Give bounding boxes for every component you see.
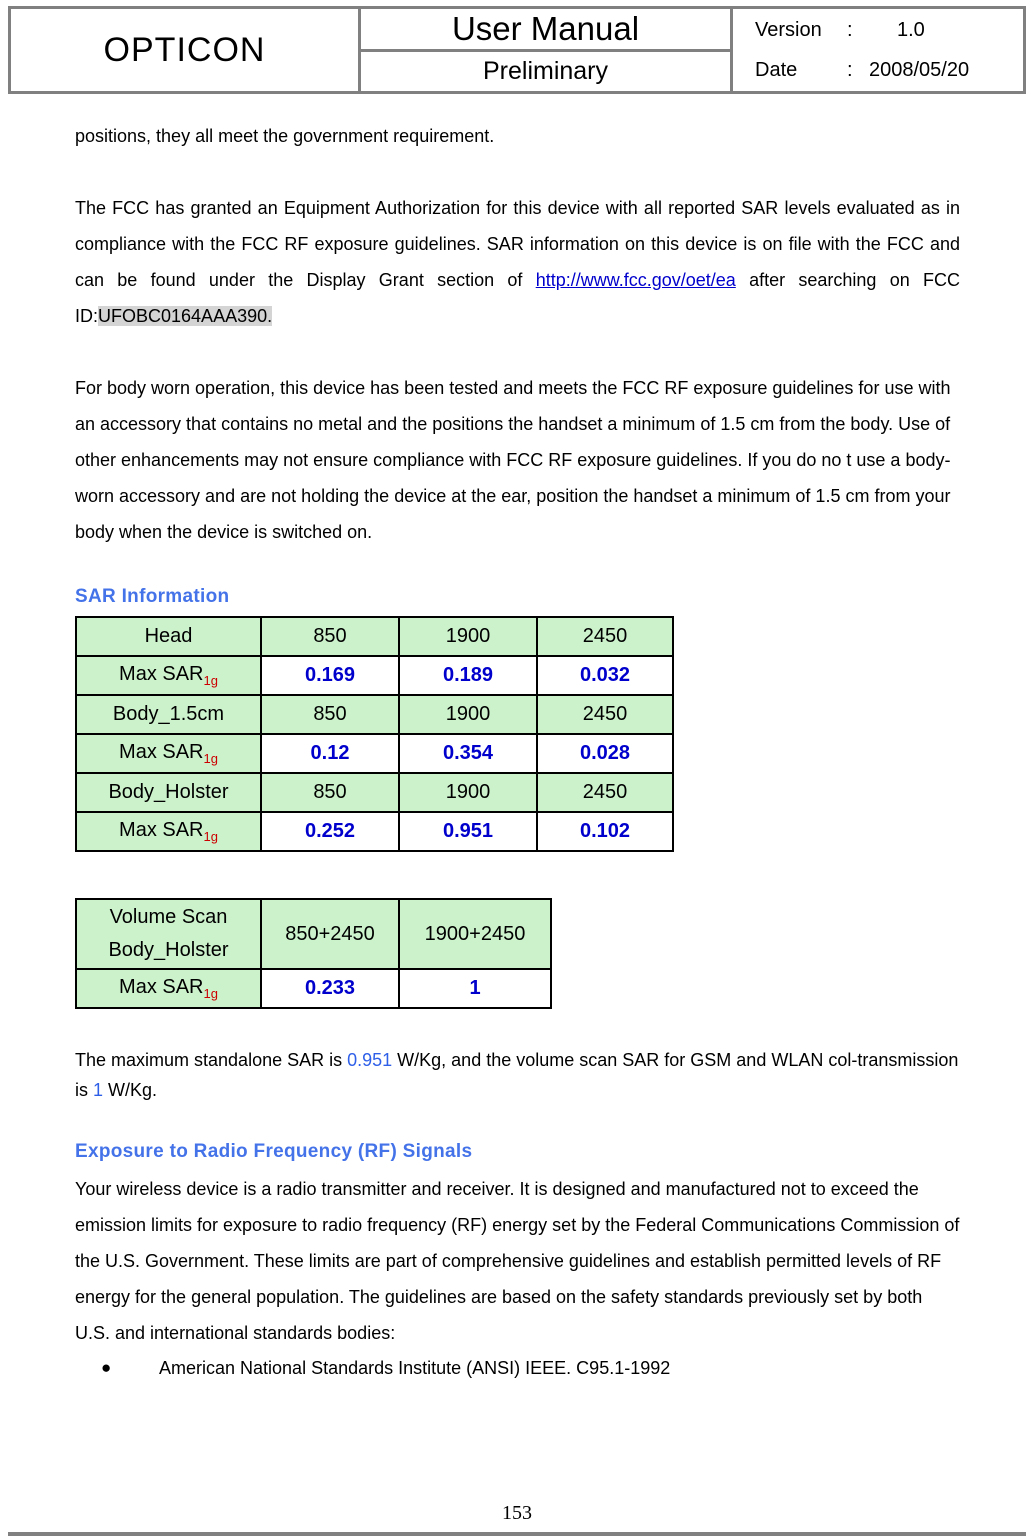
table-cell: 2450	[536, 694, 674, 735]
version-label: Version	[755, 18, 822, 41]
sar-main-table: Head 850 1900 2450 Max SAR1g 0.169 0.189…	[75, 616, 674, 852]
date-label: Date	[755, 58, 798, 81]
table-cell: 1900+2450	[398, 898, 552, 970]
date-colon: :	[847, 58, 853, 81]
standards-bodies-list: ● American National Standards Institute (…	[75, 1351, 960, 1385]
max-sar-subscript: 1g	[203, 751, 218, 766]
table-row: Max SAR1g 0.12 0.354 0.028	[75, 733, 674, 774]
row-label: Body_Holster	[75, 772, 262, 813]
summary-max-sar-value: 0.951	[347, 1050, 393, 1070]
fcc-oet-link[interactable]: http://www.fcc.gov/oet/ea	[536, 270, 736, 290]
row-label: Max SAR1g	[75, 733, 262, 774]
table-row: Head 850 1900 2450	[75, 616, 674, 657]
max-sar-label: Max SAR	[119, 741, 204, 763]
paragraph-fcc-authorization: The FCC has granted an Equipment Authori…	[75, 190, 960, 334]
table-row: Max SAR1g 0.169 0.189 0.032	[75, 655, 674, 696]
row-label: Head	[75, 616, 262, 657]
header-version-row: Version : 1.0	[755, 10, 1023, 50]
table-cell: 0.354	[398, 733, 538, 774]
table-cell: 850	[260, 616, 400, 657]
footer-divider	[8, 1532, 1026, 1536]
max-sar-subscript: 1g	[203, 986, 218, 1001]
table-cell: 2450	[536, 772, 674, 813]
volume-scan-header-label: Volume Scan Body_Holster	[75, 898, 262, 970]
summary-post: W/Kg.	[103, 1080, 158, 1100]
table-row: Volume Scan Body_Holster 850+2450 1900+24…	[75, 898, 552, 970]
table-cell: 1900	[398, 616, 538, 657]
header-title-cell: User Manual Preliminary	[361, 9, 733, 91]
section-heading-rf-exposure: Exposure to Radio Frequency (RF) Signals	[75, 1141, 473, 1162]
header-title-row: User Manual	[361, 9, 730, 52]
table-cell: 0.028	[536, 733, 674, 774]
table-cell: 850	[260, 772, 400, 813]
table-cell: 0.951	[398, 811, 538, 852]
document-content: positions, they all meet the government …	[75, 118, 960, 1385]
table-row: Body_Holster 850 1900 2450	[75, 772, 674, 813]
max-sar-label: Max SAR	[119, 819, 204, 841]
max-sar-label: Max SAR	[119, 976, 204, 998]
fcc-id-highlight: UFOBC0164AAA390.	[98, 306, 273, 326]
header-date-row: Date : 2008/05/20	[755, 50, 1023, 90]
table-cell: 0.252	[260, 811, 400, 852]
paragraph-positions: positions, they all meet the government …	[75, 126, 495, 146]
volume-scan-line2: Body_Holster	[108, 939, 229, 961]
sar-volume-scan-table: Volume Scan Body_Holster 850+2450 1900+24…	[75, 898, 552, 1009]
bullet-icon: ●	[101, 1358, 112, 1377]
list-item-label: American National Standards Institute (A…	[159, 1358, 671, 1378]
paragraph-sar-summary: The maximum standalone SAR is 0.951 W/Kg…	[75, 1045, 960, 1105]
table-cell: 2450	[536, 616, 674, 657]
summary-volume-sar-value: 1	[93, 1080, 104, 1100]
table-cell: 1900	[398, 772, 538, 813]
header-meta-cell: Version : 1.0 Date : 2008/05/20	[733, 9, 1023, 91]
page-number: 153	[502, 1502, 532, 1524]
header-logo-cell: OPTICON	[11, 9, 361, 91]
table-cell: 850+2450	[260, 898, 400, 970]
table-row: Body_1.5cm 850 1900 2450	[75, 694, 674, 735]
paragraph-rf-signals: Your wireless device is a radio transmit…	[75, 1179, 960, 1343]
volume-scan-line1: Volume Scan	[109, 906, 228, 928]
document-subtitle: Preliminary	[482, 56, 609, 85]
row-label: Max SAR1g	[75, 811, 262, 852]
version-colon: :	[847, 18, 853, 41]
max-sar-label: Max SAR	[119, 663, 204, 685]
table-row: Max SAR1g 0.233 1	[75, 968, 552, 1009]
row-label: Max SAR1g	[75, 968, 262, 1009]
document-title: User Manual	[451, 9, 640, 47]
paragraph-body-worn: For body worn operation, this device has…	[75, 378, 951, 542]
header-subtitle-row: Preliminary	[361, 52, 730, 91]
summary-pre: The maximum standalone SAR is	[75, 1050, 348, 1070]
table-cell: 0.233	[260, 968, 400, 1009]
company-logo-text: OPTICON	[103, 30, 266, 69]
row-label: Max SAR1g	[75, 655, 262, 696]
list-item: ● American National Standards Institute (…	[87, 1351, 960, 1385]
table-cell: 0.189	[398, 655, 538, 696]
table-cell: 0.102	[536, 811, 674, 852]
date-value: 2008/05/20	[869, 58, 970, 81]
page-header: OPTICON User Manual Preliminary Version …	[8, 6, 1026, 94]
max-sar-subscript: 1g	[203, 673, 218, 688]
table-cell: 0.169	[260, 655, 400, 696]
version-value: 1.0	[897, 18, 925, 41]
max-sar-subscript: 1g	[203, 829, 218, 844]
table-row: Max SAR1g 0.252 0.951 0.102	[75, 811, 674, 852]
row-label: Body_1.5cm	[75, 694, 262, 735]
page-footer: 153	[0, 1502, 1034, 1525]
section-heading-sar-information: SAR Information	[75, 586, 230, 607]
table-cell: 1	[398, 968, 552, 1009]
table-cell: 0.032	[536, 655, 674, 696]
table-cell: 0.12	[260, 733, 400, 774]
table-cell: 850	[260, 694, 400, 735]
table-cell: 1900	[398, 694, 538, 735]
